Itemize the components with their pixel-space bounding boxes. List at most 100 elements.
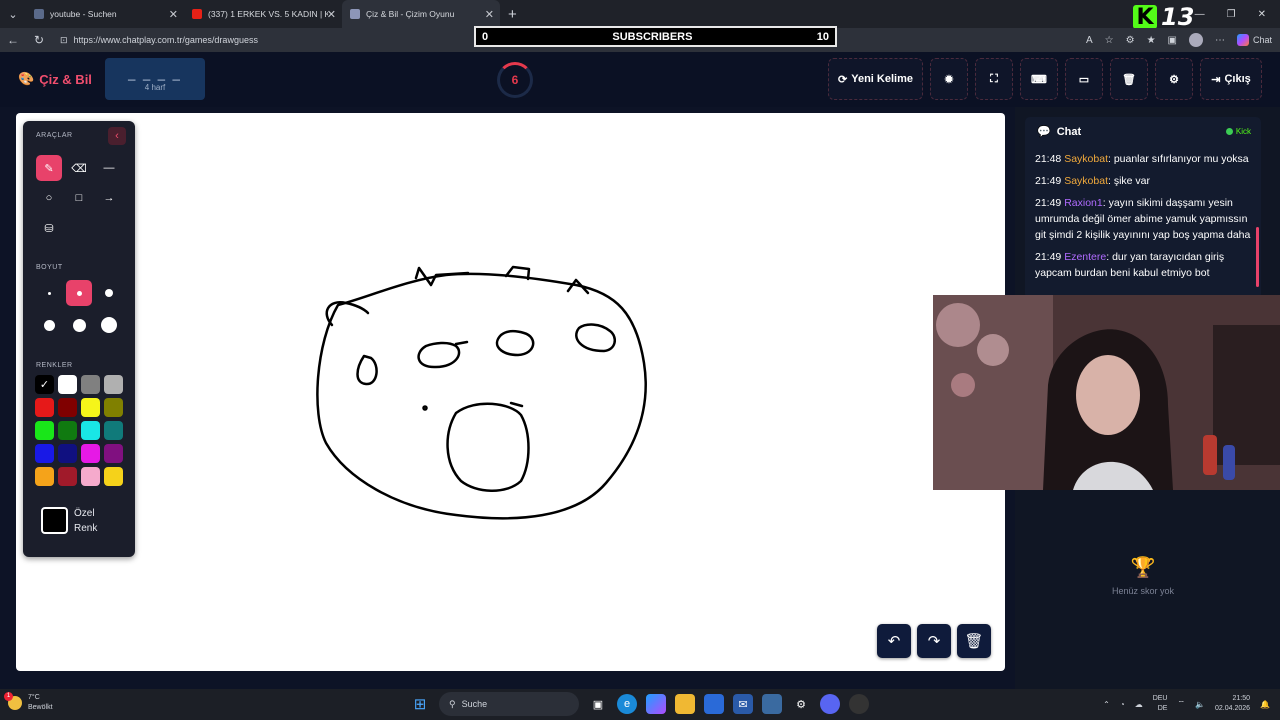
size-4-button[interactable] bbox=[36, 312, 62, 338]
minimize-icon[interactable]: — bbox=[1195, 9, 1205, 20]
color-swatch[interactable] bbox=[35, 421, 54, 440]
size-1-button[interactable] bbox=[36, 280, 62, 306]
read-aloud-icon[interactable]: A bbox=[1086, 35, 1093, 46]
color-swatch[interactable] bbox=[104, 444, 123, 463]
message-user[interactable]: Ezentere bbox=[1064, 251, 1106, 263]
clear-button[interactable]: 🗑 bbox=[1110, 58, 1148, 100]
browser-tab-1[interactable]: youtube - Suchen ✕ bbox=[26, 0, 184, 28]
color-swatch[interactable] bbox=[35, 467, 54, 486]
profile-avatar[interactable] bbox=[1188, 33, 1203, 47]
maximize-icon[interactable]: ❐ bbox=[1227, 9, 1236, 20]
close-tab-icon[interactable]: ✕ bbox=[169, 8, 178, 21]
color-swatch[interactable] bbox=[35, 398, 54, 417]
mail-icon[interactable]: ✉ bbox=[733, 694, 753, 714]
archive-button[interactable]: ▭ bbox=[1065, 58, 1103, 100]
store-icon[interactable] bbox=[704, 694, 724, 714]
color-swatch[interactable] bbox=[81, 398, 100, 417]
obs-icon[interactable] bbox=[849, 694, 869, 714]
notifications-icon[interactable]: 🔔 bbox=[1260, 700, 1270, 709]
color-swatch[interactable] bbox=[104, 398, 123, 417]
browser-tab-2[interactable]: (337) 1 ERKEK VS. 5 KADIN | KIYAF ✕ bbox=[184, 0, 342, 28]
brush-tool[interactable]: ✎ bbox=[36, 155, 62, 181]
network-icon[interactable]: ◔ bbox=[1120, 700, 1125, 709]
brand[interactable]: 🎨 Çiz & Bil bbox=[18, 71, 92, 87]
media-icon[interactable] bbox=[762, 694, 782, 714]
chat-scrollbar[interactable] bbox=[1256, 227, 1259, 287]
file-explorer-icon[interactable] bbox=[675, 694, 695, 714]
speaker-icon[interactable]: 🔈 bbox=[1195, 700, 1205, 709]
more-menu-icon[interactable]: ⋯ bbox=[1215, 35, 1225, 46]
taskbar-search[interactable]: ⚲ Suche bbox=[439, 692, 579, 716]
redo-button[interactable]: ↷ bbox=[917, 624, 951, 658]
color-swatch[interactable]: ✓ bbox=[35, 375, 54, 394]
extensions-icon[interactable]: ⚙ bbox=[1126, 35, 1135, 46]
collapse-panel-button[interactable]: ‹ bbox=[108, 127, 126, 145]
keyboard-button[interactable]: ⌨ bbox=[1020, 58, 1058, 100]
circle-tool[interactable]: ○ bbox=[36, 185, 62, 211]
stroke-eye bbox=[356, 354, 378, 386]
arrow-tool[interactable]: → bbox=[96, 185, 122, 211]
language-indicator[interactable]: DEU DE bbox=[1153, 694, 1168, 714]
color-swatch[interactable] bbox=[35, 444, 54, 463]
site-info-icon[interactable]: ⊡ bbox=[60, 35, 68, 46]
task-view-icon[interactable]: ▣ bbox=[588, 694, 608, 714]
color-swatch[interactable] bbox=[58, 398, 77, 417]
color-swatch[interactable] bbox=[58, 467, 77, 486]
settings-button[interactable]: ⚙ bbox=[1155, 58, 1193, 100]
color-swatch[interactable] bbox=[81, 444, 100, 463]
message-user[interactable]: Saykobat bbox=[1064, 175, 1108, 187]
copilot-icon[interactable] bbox=[646, 694, 666, 714]
drawing-canvas[interactable] bbox=[16, 113, 1005, 671]
windows-start-icon[interactable]: ⊞ bbox=[410, 694, 430, 714]
cloud-icon[interactable]: ☁ bbox=[1135, 700, 1143, 709]
size-2-button[interactable] bbox=[66, 280, 92, 306]
size-dot bbox=[72, 318, 86, 332]
custom-color-button[interactable] bbox=[41, 507, 68, 534]
color-swatch[interactable] bbox=[81, 375, 100, 394]
color-swatch[interactable] bbox=[58, 421, 77, 440]
clear-canvas-button[interactable]: 🗑 bbox=[957, 624, 991, 658]
line-tool[interactable]: — bbox=[96, 155, 122, 181]
tab-actions-icon[interactable]: ⌄ bbox=[0, 0, 26, 28]
eraser-tool[interactable]: ⌫ bbox=[66, 155, 92, 181]
color-swatch[interactable] bbox=[104, 375, 123, 394]
close-tab-icon[interactable]: ✕ bbox=[485, 8, 494, 21]
refresh-icon[interactable]: ↻ bbox=[26, 33, 52, 47]
size-6-button[interactable] bbox=[96, 312, 122, 338]
new-tab-icon[interactable]: + bbox=[508, 6, 517, 23]
fullscreen-button[interactable]: ⛶ bbox=[975, 58, 1013, 100]
settings-icon[interactable]: ⚙ bbox=[791, 694, 811, 714]
close-window-icon[interactable]: ✕ bbox=[1258, 9, 1266, 20]
rectangle-tool[interactable]: □ bbox=[66, 185, 92, 211]
wifi-icon[interactable]: ⌔ bbox=[1177, 699, 1185, 709]
chevron-up-icon[interactable]: ⌃ bbox=[1103, 700, 1110, 709]
edge-icon[interactable]: e bbox=[617, 694, 637, 714]
weather-widget[interactable]: 1 7°C Bewölkt bbox=[4, 692, 53, 713]
close-tab-icon[interactable]: ✕ bbox=[327, 8, 336, 21]
size-3-button[interactable] bbox=[96, 280, 122, 306]
favorite-star-icon[interactable]: ☆ bbox=[1105, 35, 1114, 46]
color-swatch[interactable] bbox=[81, 421, 100, 440]
size-5-button[interactable] bbox=[66, 312, 92, 338]
message-user[interactable]: Saykobat bbox=[1064, 153, 1108, 165]
discord-icon[interactable] bbox=[820, 694, 840, 714]
message-user[interactable]: Raxion1 bbox=[1064, 197, 1103, 209]
fill-tool[interactable]: ⛁ bbox=[36, 215, 62, 241]
undo-button[interactable]: ↶ bbox=[877, 624, 911, 658]
color-swatch[interactable] bbox=[81, 467, 100, 486]
collections-icon[interactable]: ▣ bbox=[1168, 35, 1177, 46]
color-swatch[interactable] bbox=[104, 467, 123, 486]
copilot-chat-button[interactable]: Chat bbox=[1236, 34, 1272, 46]
new-word-button[interactable]: ⟳ Yeni Kelime bbox=[828, 58, 923, 100]
back-icon[interactable]: ← bbox=[0, 33, 26, 47]
color-swatch[interactable] bbox=[58, 375, 77, 394]
color-swatch[interactable] bbox=[104, 421, 123, 440]
theme-button[interactable]: ✹ bbox=[930, 58, 968, 100]
exit-button[interactable]: ⇥ Çıkış bbox=[1200, 58, 1262, 100]
favorites-icon[interactable]: ★ bbox=[1147, 35, 1156, 46]
url-field[interactable]: ⊡ https://www.chatplay.com.tr/games/draw… bbox=[60, 35, 258, 46]
browser-tab-3[interactable]: Çiz & Bil - Çizim Oyunu ✕ bbox=[342, 0, 500, 28]
color-swatch[interactable] bbox=[58, 444, 77, 463]
system-tray: ⌃ ◔ ☁ DEU DE ⌔ 🔈 21:50 02.04.2026 🔔 bbox=[1103, 694, 1270, 714]
clock[interactable]: 21:50 02.04.2026 bbox=[1215, 694, 1250, 714]
